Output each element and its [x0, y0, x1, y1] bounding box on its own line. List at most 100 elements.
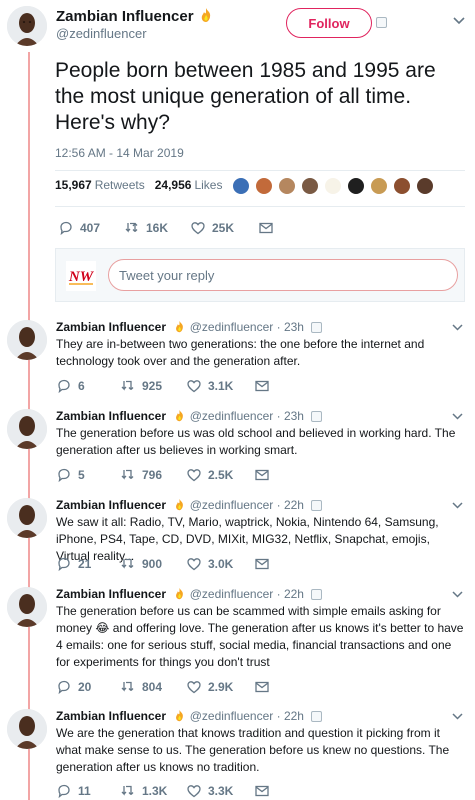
author-name[interactable]: Zambian Influencer [56, 320, 166, 334]
likes-label[interactable]: Likes [194, 178, 222, 192]
dm-button[interactable] [254, 679, 276, 695]
thread-reply[interactable]: Zambian Influencer @zedinfluencer · 23h … [0, 320, 475, 398]
retweet-button[interactable]: 16K [124, 220, 190, 236]
like-count: 3.0K [208, 557, 234, 571]
liker-avatar[interactable] [370, 177, 388, 195]
author-name[interactable]: Zambian Influencer [56, 498, 166, 512]
avatar[interactable] [7, 6, 47, 46]
envelope-icon [255, 380, 269, 392]
reply-time[interactable]: · 23h [277, 409, 304, 423]
author-name[interactable]: Zambian Influencer [56, 587, 166, 601]
avatar[interactable] [7, 498, 47, 538]
reply-button[interactable]: 11 [56, 783, 120, 799]
reply-actions: 6 925 3.1K [56, 378, 276, 394]
reply-button[interactable]: 6 [56, 378, 120, 394]
dm-button[interactable] [258, 220, 280, 236]
chevron-down-icon[interactable] [452, 413, 463, 420]
avatar[interactable] [7, 409, 47, 449]
author-handle[interactable]: @zedinfluencer [190, 320, 274, 334]
likers-avatars[interactable] [232, 177, 439, 195]
thread-reply[interactable]: Zambian Influencer @zedinfluencer · 23h … [0, 409, 475, 487]
extension-icon[interactable] [311, 589, 323, 600]
like-button[interactable]: 25K [190, 220, 258, 236]
reply-time[interactable]: · 22h [277, 709, 304, 723]
author-handle[interactable]: @zedinfluencer [190, 709, 274, 723]
extension-icon[interactable] [311, 411, 323, 422]
reply-text: The generation before us was old school … [56, 426, 456, 457]
author-name-text[interactable]: Zambian Influencer [56, 8, 194, 25]
reply-count: 11 [78, 784, 91, 798]
reply-button[interactable]: 21 [56, 556, 120, 572]
like-button[interactable]: 2.9K [186, 679, 254, 695]
retweet-icon [121, 785, 134, 796]
envelope-icon [255, 558, 269, 570]
reply-header: Zambian Influencer @zedinfluencer · 23h [56, 409, 323, 423]
reply-button[interactable]: 407 [58, 220, 124, 236]
dm-button[interactable] [254, 378, 276, 394]
reply-icon [58, 557, 70, 572]
tweet-timestamp[interactable]: 12:56 AM - 14 Mar 2019 [55, 146, 184, 160]
extension-icon[interactable] [311, 322, 323, 333]
reply-button[interactable]: 20 [56, 679, 120, 695]
author-handle[interactable]: @zedinfluencer [190, 587, 274, 601]
avatar[interactable] [7, 587, 47, 627]
author-handle[interactable]: @zedinfluencer [190, 498, 274, 512]
follow-button[interactable]: Follow [286, 8, 372, 38]
extension-icon[interactable] [376, 17, 387, 28]
retweet-button[interactable]: 796 [120, 467, 186, 483]
chevron-down-icon[interactable] [452, 324, 463, 331]
reply-text: The generation before us can be scammed … [56, 603, 466, 671]
chevron-down-icon[interactable] [453, 17, 465, 25]
dm-button[interactable] [254, 783, 276, 799]
retweet-icon [121, 558, 134, 569]
author-name[interactable]: Zambian Influencer [56, 7, 214, 25]
author-name[interactable]: Zambian Influencer [56, 709, 166, 723]
reply-time[interactable]: · 22h [277, 587, 304, 601]
reply-time[interactable]: · 22h [277, 498, 304, 512]
retweets-label[interactable]: Retweets [95, 178, 145, 192]
author-handle[interactable]: @zedinfluencer [190, 409, 274, 423]
chevron-down-icon[interactable] [452, 502, 463, 509]
retweet-button[interactable]: 804 [120, 679, 186, 695]
like-button[interactable]: 3.3K [186, 783, 254, 799]
chevron-down-icon[interactable] [452, 713, 463, 720]
liker-avatar[interactable] [324, 177, 342, 195]
like-count: 25K [212, 221, 235, 235]
retweet-button[interactable]: 900 [120, 556, 186, 572]
extension-icon[interactable] [311, 500, 323, 511]
retweets-count[interactable]: 15,967 [55, 178, 92, 192]
dm-button[interactable] [254, 467, 276, 483]
nw-logo-icon[interactable]: NW [66, 261, 96, 291]
avatar[interactable] [7, 709, 47, 749]
liker-avatar[interactable] [278, 177, 296, 195]
thread-reply[interactable]: Zambian Influencer @zedinfluencer · 22h … [0, 709, 475, 800]
fire-icon [176, 498, 184, 511]
thread-reply[interactable]: Zambian Influencer @zedinfluencer · 22h … [0, 587, 475, 697]
extension-icon[interactable] [311, 711, 323, 722]
reply-header: Zambian Influencer @zedinfluencer · 23h [56, 320, 323, 334]
avatar[interactable] [7, 320, 47, 360]
reply-button[interactable]: 5 [56, 467, 120, 483]
liker-avatar[interactable] [416, 177, 434, 195]
retweet-button[interactable]: 925 [120, 378, 186, 394]
author-name[interactable]: Zambian Influencer [56, 409, 166, 423]
likes-count[interactable]: 24,956 [155, 178, 192, 192]
chevron-down-icon[interactable] [452, 591, 463, 598]
retweet-button[interactable]: 1.3K [120, 783, 186, 799]
reply-text-part-b: and offering love. The generation after … [56, 621, 464, 669]
reply-header: Zambian Influencer @zedinfluencer · 22h [56, 587, 323, 601]
liker-avatar[interactable] [255, 177, 273, 195]
like-button[interactable]: 3.0K [186, 556, 254, 572]
author-handle[interactable]: @zedinfluencer [56, 26, 147, 41]
liker-avatar[interactable] [232, 177, 250, 195]
reply-count: 407 [80, 221, 101, 235]
reply-input[interactable] [108, 259, 458, 291]
reply-time[interactable]: · 23h [277, 320, 304, 334]
liker-avatar[interactable] [301, 177, 319, 195]
dm-button[interactable] [254, 556, 276, 572]
thread-reply[interactable]: Zambian Influencer @zedinfluencer · 22h … [0, 498, 475, 576]
like-button[interactable]: 2.5K [186, 467, 254, 483]
like-button[interactable]: 3.1K [186, 378, 254, 394]
liker-avatar[interactable] [347, 177, 365, 195]
liker-avatar[interactable] [393, 177, 411, 195]
